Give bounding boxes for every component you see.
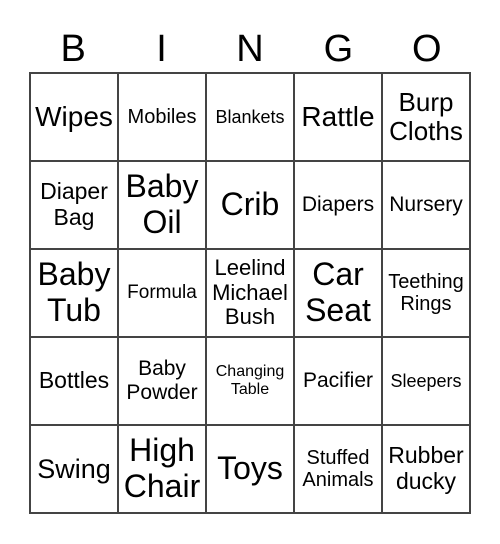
- bingo-cell[interactable]: Mobiles: [118, 73, 206, 161]
- cell-label: Nursery: [389, 193, 463, 217]
- bingo-cell[interactable]: Rubber ducky: [382, 425, 470, 513]
- bingo-cell[interactable]: Blankets: [206, 73, 294, 161]
- cell-label: Rattle: [301, 101, 375, 133]
- cell-label: Burp Cloths: [389, 86, 463, 146]
- cell-label: High Chair: [123, 432, 201, 504]
- bingo-cell[interactable]: Formula: [118, 249, 206, 337]
- bingo-cell[interactable]: Car Seat: [294, 249, 382, 337]
- bingo-cell[interactable]: Nursery: [382, 161, 470, 249]
- cell-label: Car Seat: [305, 256, 371, 328]
- cell-label: Sleepers: [390, 370, 462, 391]
- bingo-cell[interactable]: Baby Tub: [30, 249, 118, 337]
- cell-label: Baby Powder: [126, 357, 198, 404]
- cell-label: Pacifier: [302, 369, 374, 393]
- bingo-cell[interactable]: Bottles: [30, 337, 118, 425]
- cell-label: Mobiles: [127, 105, 197, 128]
- bingo-cell[interactable]: Toys: [206, 425, 294, 513]
- header-letter-o: O: [411, 28, 442, 70]
- bingo-cell[interactable]: Wipes: [30, 73, 118, 161]
- header-letter-i: I: [156, 28, 167, 70]
- bingo-cell[interactable]: Stuffed Animals: [294, 425, 382, 513]
- bingo-cell[interactable]: Teething Rings: [382, 249, 470, 337]
- cell-label: Changing Table: [215, 363, 285, 398]
- bingo-grid: Wipes Mobiles Blankets Rattle Burp Cloths Dia…: [29, 72, 471, 514]
- cell-label: Wipes: [35, 101, 113, 133]
- bingo-cell[interactable]: High Chair: [118, 425, 206, 513]
- cell-label: Diapers: [301, 193, 375, 217]
- cell-label: Stuffed Animals: [302, 446, 374, 491]
- bingo-cell[interactable]: Crib: [206, 161, 294, 249]
- cell-label: Crib: [220, 186, 280, 223]
- bingo-cell[interactable]: Burp Cloths: [382, 73, 470, 161]
- bingo-cell[interactable]: Sleepers: [382, 337, 470, 425]
- bingo-cell[interactable]: Rattle: [294, 73, 382, 161]
- bingo-cell[interactable]: Pacifier: [294, 337, 382, 425]
- cell-label: Diaper Bag: [40, 178, 108, 230]
- bingo-cell[interactable]: Changing Table: [206, 337, 294, 425]
- cell-label: Baby Tub: [37, 256, 111, 328]
- header-letter-g: G: [323, 28, 354, 70]
- cell-label: Teething Rings: [388, 270, 464, 315]
- bingo-cell[interactable]: Baby Powder: [118, 337, 206, 425]
- bingo-cell[interactable]: Leelind Michael Bush: [206, 249, 294, 337]
- cell-label: Toys: [217, 450, 283, 487]
- cell-label: Leelind Michael Bush: [212, 255, 288, 330]
- header-letter-b: B: [60, 28, 86, 70]
- bingo-header: B I N G O: [29, 26, 471, 72]
- cell-label: Baby Oil: [125, 168, 199, 240]
- cell-label: Bottles: [38, 367, 110, 394]
- header-letter-n: N: [236, 28, 264, 70]
- cell-label: Swing: [37, 453, 111, 484]
- bingo-cell[interactable]: Diaper Bag: [30, 161, 118, 249]
- bingo-cell[interactable]: Diapers: [294, 161, 382, 249]
- bingo-cell[interactable]: Baby Oil: [118, 161, 206, 249]
- cell-label: Formula: [127, 282, 197, 304]
- cell-label: Rubber ducky: [388, 442, 464, 494]
- bingo-cell[interactable]: Swing: [30, 425, 118, 513]
- cell-label: Blankets: [215, 106, 285, 127]
